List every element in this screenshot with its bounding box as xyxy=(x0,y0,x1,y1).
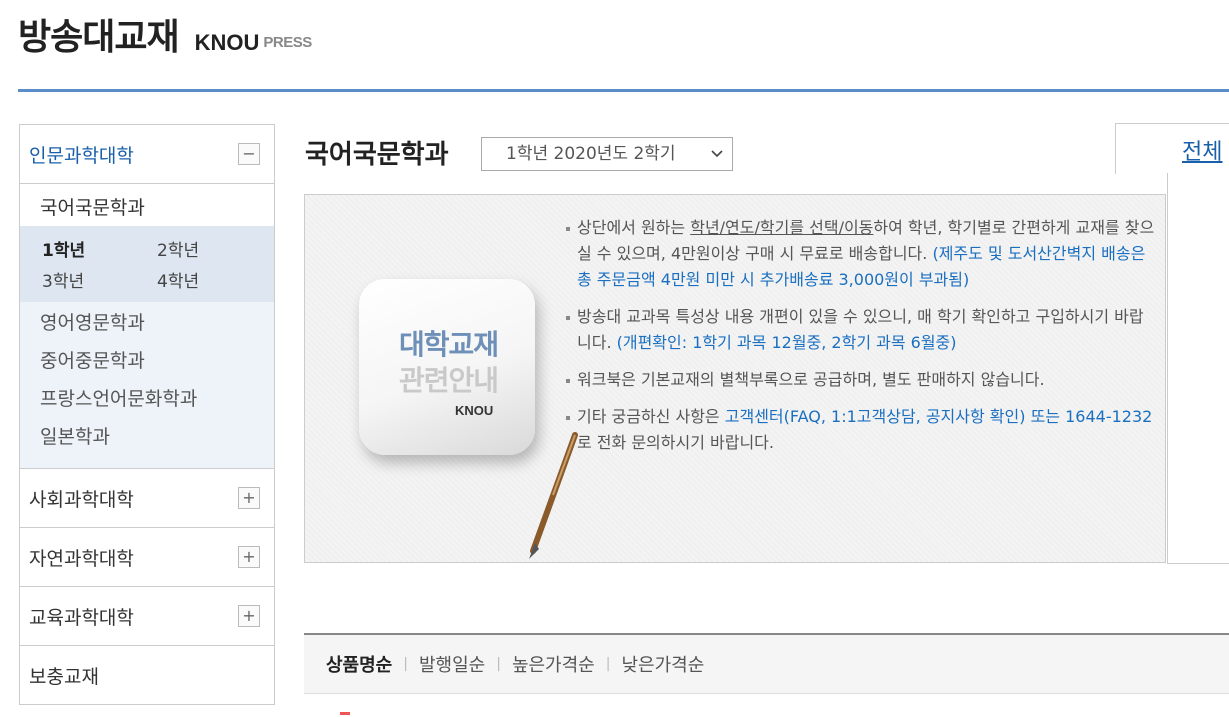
year-3[interactable]: 3학년 xyxy=(42,267,157,292)
expand-icon[interactable]: + xyxy=(238,546,260,568)
guide-badge-image: 대학교재 관련안내 KNOU xyxy=(359,279,578,559)
pen-icon xyxy=(529,432,578,559)
chevron-down-icon xyxy=(710,138,724,182)
notice-underline: 학년/연도/학기를 선택/이동 xyxy=(690,218,874,237)
expand-icon[interactable]: + xyxy=(238,487,260,509)
category-education[interactable]: 교육과학대학 + xyxy=(20,587,274,646)
sort-bar: 상품명순 | 발행일순 | 높은가격순 | 낮은가격순 xyxy=(304,633,1229,694)
notice-highlight: (개편확인: 1학기 과목 12월중, 2학기 과목 6월중) xyxy=(616,333,957,352)
badge-line1: 대학교재 xyxy=(399,328,499,361)
notice-item: 워크북은 기본교재의 별책부록으로 공급하며, 별도 판매하지 않습니다. xyxy=(566,367,1155,393)
category-label: 인문과학대학 xyxy=(29,144,134,167)
sort-by-date[interactable]: 발행일순 xyxy=(419,651,485,677)
notice-item: 방송대 교과목 특성상 내용 개편이 있을 수 있으니, 매 학기 확인하고 구… xyxy=(566,304,1155,356)
dept-list: 국어국문학과 1학년 2학년 3학년 4학년 영어영문학과 중어중문학과 프랑스… xyxy=(20,184,274,469)
header-divider xyxy=(18,89,1229,92)
badge-knou: KNOU xyxy=(455,403,494,418)
logo-knou: KNOU xyxy=(194,30,260,55)
dept-item-english[interactable]: 영어영문학과 xyxy=(20,304,274,342)
bullet-icon xyxy=(566,316,570,320)
sort-separator: | xyxy=(403,656,408,672)
term-select-value: 1학년 2020년도 2학기 xyxy=(506,144,676,164)
bullet-icon xyxy=(566,416,570,420)
year-1[interactable]: 1학년 xyxy=(42,236,157,261)
page-title: 국어국문학과 xyxy=(305,140,449,170)
customer-center-link[interactable]: 고객센터(FAQ, 1:1고객상담, 공지사항 확인) 또는 1644-1232 xyxy=(725,407,1153,426)
category-humanities[interactable]: 인문과학대학 − xyxy=(20,125,274,184)
year-4[interactable]: 4학년 xyxy=(157,267,267,292)
term-select[interactable]: 1학년 2020년도 2학기 xyxy=(481,137,733,171)
category-label: 사회과학대학 xyxy=(29,488,134,511)
category-natural[interactable]: 자연과학대학 + xyxy=(20,528,274,587)
right-panel-edge xyxy=(1167,173,1229,564)
dept-item-french[interactable]: 프랑스언어문화학과 xyxy=(20,380,274,418)
notice-item: 기타 궁금하신 사항은 고객센터(FAQ, 1:1고객상담, 공지사항 확인) … xyxy=(566,404,1155,456)
sort-separator: | xyxy=(605,656,611,672)
category-sidebar: 인문과학대학 − 국어국문학과 1학년 2학년 3학년 4학년 영어영문학과 중… xyxy=(19,124,275,705)
logo-title: 방송대교재 xyxy=(18,17,180,58)
category-label: 보충교재 xyxy=(29,665,99,688)
bullet-icon xyxy=(566,379,570,383)
tab-all-label[interactable]: 전체 xyxy=(1182,134,1222,166)
expand-icon[interactable]: + xyxy=(238,605,260,627)
year-2[interactable]: 2학년 xyxy=(157,236,267,261)
dept-item-korean[interactable]: 국어국문학과 xyxy=(20,184,274,226)
category-supplement[interactable]: 보충교재 xyxy=(20,646,274,705)
notice-text: 기타 궁금하신 사항은 xyxy=(577,407,725,426)
dept-item-japanese[interactable]: 일본학과 xyxy=(20,418,274,456)
sort-separator: | xyxy=(496,656,501,672)
info-notice-box: 대학교재 관련안내 KNOU 상단에서 원하는 학년/연도/학기를 선택/이동하… xyxy=(304,194,1166,563)
notice-text: 로 전화 문의하시기 바랍니다. xyxy=(577,433,774,452)
bullet-icon xyxy=(566,227,570,231)
dept-item-chinese[interactable]: 중어중문학과 xyxy=(20,342,274,380)
sort-by-name[interactable]: 상품명순 xyxy=(326,651,392,677)
sort-by-price-low[interactable]: 낮은가격순 xyxy=(621,651,704,677)
site-logo[interactable]: 방송대교재 KNOU PRESS xyxy=(18,18,312,58)
list-marker xyxy=(340,712,350,715)
category-label: 자연과학대학 xyxy=(29,547,134,570)
sort-by-price-high[interactable]: 높은가격순 xyxy=(512,651,595,677)
badge-line2: 관련안내 xyxy=(399,364,499,397)
notice-item: 상단에서 원하는 학년/연도/학기를 선택/이동하여 학년, 학기별로 간편하게… xyxy=(566,215,1155,293)
notice-list: 상단에서 원하는 학년/연도/학기를 선택/이동하여 학년, 학기별로 간편하게… xyxy=(566,215,1155,467)
year-grid: 1학년 2학년 3학년 4학년 xyxy=(20,226,274,302)
category-social[interactable]: 사회과학대학 + xyxy=(20,469,274,528)
notice-text: 워크북은 기본교재의 별책부록으로 공급하며, 별도 판매하지 않습니다. xyxy=(577,370,1045,389)
collapse-icon[interactable]: − xyxy=(238,143,260,165)
logo-press: PRESS xyxy=(263,34,312,51)
notice-text: 상단에서 원하는 xyxy=(577,218,691,237)
tab-all[interactable]: 전체 xyxy=(1115,123,1229,174)
category-label: 교육과학대학 xyxy=(29,606,134,629)
